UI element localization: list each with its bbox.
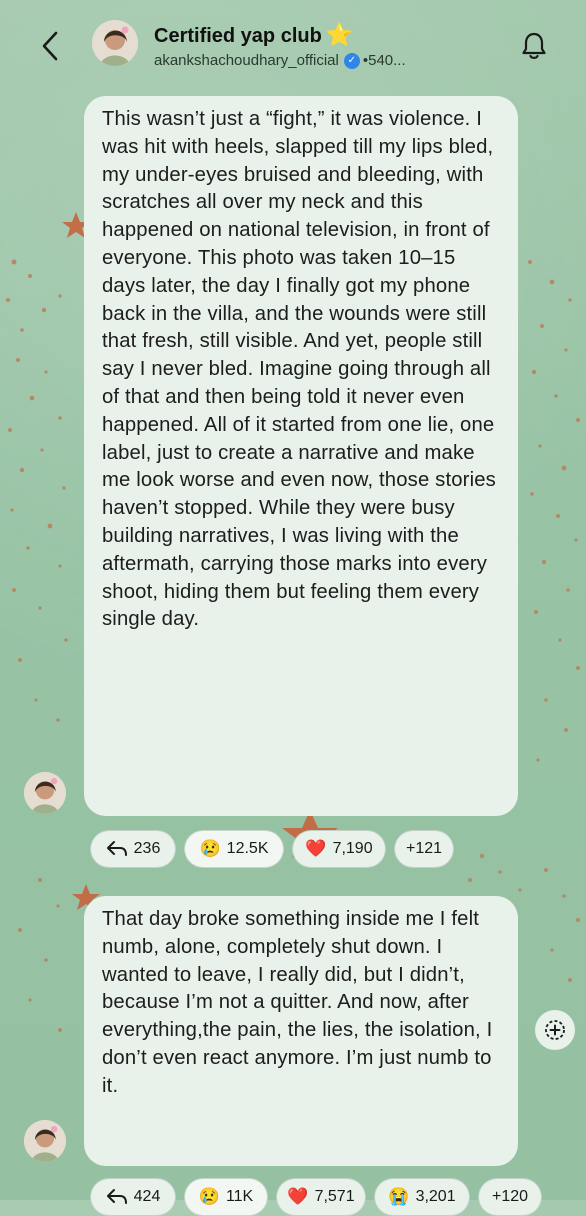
- reaction-count: 11K: [225, 1188, 254, 1205]
- more-reactions-chip[interactable]: +120: [478, 1178, 542, 1216]
- avatar-photo: [24, 1120, 66, 1162]
- account-name: akankshachoudhary_official: [154, 52, 339, 69]
- notifications-button[interactable]: [516, 26, 552, 66]
- chat-header: Certified yap club ⭐ akankshachoudhary_of…: [0, 0, 586, 92]
- message-bubble[interactable]: This wasn’t just a “fight,” it was viole…: [84, 96, 518, 816]
- add-reaction-button[interactable]: [535, 1010, 575, 1050]
- reaction-chip[interactable]: 😭 3,201: [374, 1178, 470, 1216]
- reaction-chip[interactable]: ❤️ 7,571: [276, 1178, 366, 1216]
- more-reactions-chip[interactable]: +121: [394, 830, 454, 868]
- add-reaction-icon: [545, 1020, 565, 1040]
- reply-count-chip[interactable]: 236: [90, 830, 176, 868]
- reply-arrow-icon: [106, 1189, 127, 1204]
- loudly-crying-face-icon: 😭: [388, 1187, 410, 1206]
- reaction-chip[interactable]: 😢 11K: [184, 1178, 268, 1216]
- reaction-chip[interactable]: ❤️ 7,190: [292, 830, 386, 868]
- channel-subtitle: akankshachoudhary_official ✓ •540...: [154, 52, 406, 69]
- reply-arrow-icon: [106, 841, 127, 856]
- reply-count: 424: [133, 1188, 161, 1205]
- avatar-photo: [24, 772, 66, 814]
- reaction-count: 7,190: [332, 840, 373, 857]
- back-button[interactable]: [32, 24, 68, 68]
- heart-icon: ❤️: [287, 1187, 309, 1206]
- verified-badge-icon: ✓: [343, 52, 360, 69]
- reply-count: 236: [133, 840, 161, 857]
- message-text: That day broke something inside me I fel…: [102, 908, 493, 1097]
- reply-count-chip[interactable]: 424: [90, 1178, 176, 1216]
- sender-avatar[interactable]: [24, 772, 66, 814]
- message-text: This wasn’t just a “fight,” it was viole…: [102, 108, 496, 631]
- reaction-chip[interactable]: 😢 12.5K: [184, 830, 284, 868]
- channel-title-text: Certified yap club: [154, 25, 322, 47]
- more-reactions-count: +121: [405, 840, 443, 857]
- star-icon: ⭐: [325, 22, 354, 47]
- more-reactions-count: +120: [491, 1188, 529, 1205]
- heart-icon: ❤️: [305, 839, 327, 858]
- channel-title[interactable]: Certified yap club ⭐: [154, 22, 353, 48]
- crying-face-icon: 😢: [198, 1187, 220, 1206]
- bell-icon: [522, 32, 546, 59]
- chevron-left-icon: [42, 31, 58, 61]
- reaction-count: 3,201: [415, 1188, 456, 1205]
- sender-avatar[interactable]: [24, 1120, 66, 1162]
- reaction-count: 12.5K: [226, 840, 269, 857]
- member-count: •540...: [362, 52, 406, 69]
- avatar-photo: [92, 20, 138, 66]
- reaction-count: 7,571: [314, 1188, 355, 1205]
- crying-face-icon: 😢: [199, 839, 221, 858]
- channel-avatar[interactable]: [92, 20, 138, 66]
- message-bubble[interactable]: That day broke something inside me I fel…: [84, 896, 518, 1166]
